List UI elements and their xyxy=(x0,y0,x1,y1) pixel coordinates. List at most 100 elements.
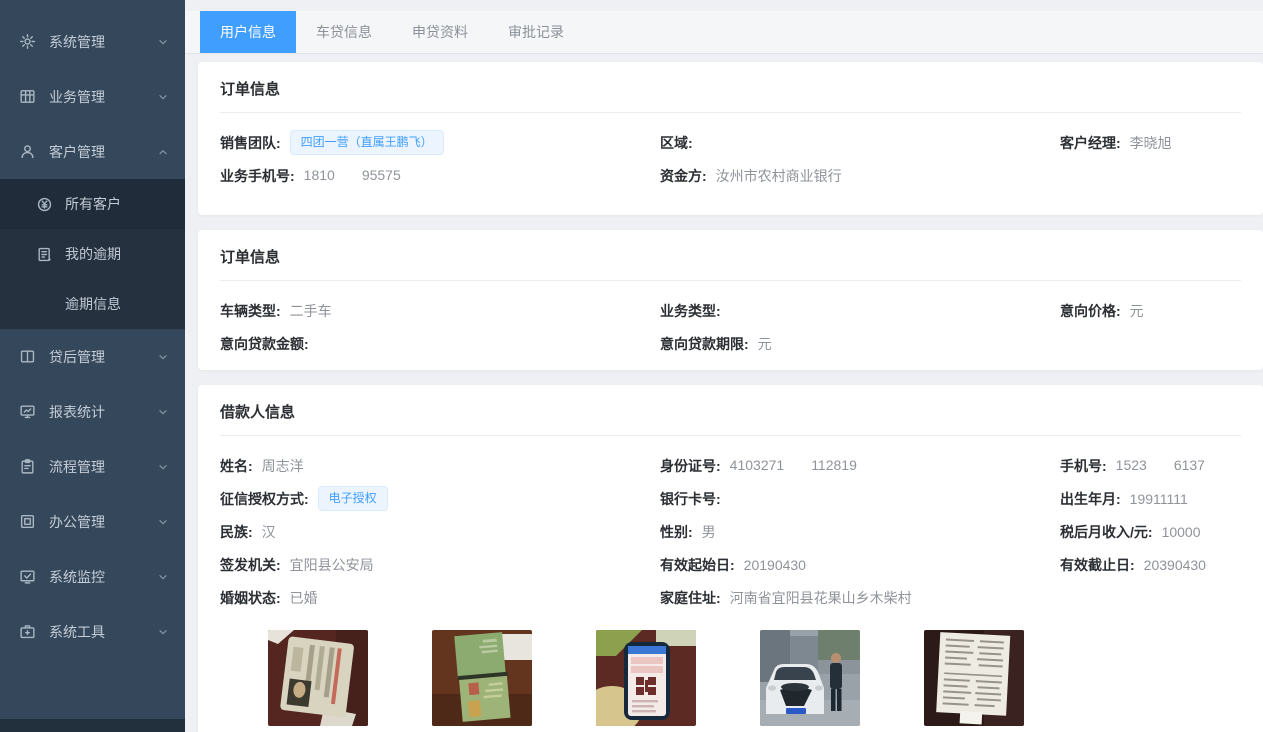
notebook-icon xyxy=(35,245,53,263)
card-title: 订单信息 xyxy=(220,78,1241,113)
gear-icon xyxy=(17,32,37,52)
photo-person-car[interactable]: 人车合影 xyxy=(760,630,860,732)
photo-other-material[interactable]: 其他材料 xyxy=(924,630,1024,732)
chevron-down-icon xyxy=(157,461,169,473)
clipboard-icon xyxy=(17,457,37,477)
sidebar-item-report-stats[interactable]: 报表统计 xyxy=(0,384,185,439)
field-intent-loan-amount: 意向贷款金额: xyxy=(220,327,660,360)
photo-credit-auth[interactable]: 征信授权 xyxy=(596,630,696,732)
chevron-down-icon xyxy=(157,571,169,583)
sidebar-item-label: 系统管理 xyxy=(49,32,105,52)
sidebar-item-all-customers[interactable]: 所有客户 xyxy=(0,179,185,229)
sidebar-item-label: 我的逾期 xyxy=(65,244,121,264)
field-intent-price: 意向价格: 元 xyxy=(1060,294,1241,327)
sidebar-item-customer-mgmt[interactable]: 客户管理 xyxy=(0,124,185,179)
tab-loan-application-docs[interactable]: 申贷资料 xyxy=(392,11,488,53)
field-ethnicity: 民族: 汉 xyxy=(220,515,660,548)
person-car-photo-thumbnail xyxy=(760,630,860,726)
sidebar-collapse-bar[interactable] xyxy=(0,719,185,732)
credit-auth-tag: 电子授权 xyxy=(318,486,388,511)
field-credit-auth-method: 征信授权方式: 电子授权 xyxy=(220,482,660,515)
chevron-up-icon xyxy=(157,146,169,158)
order-info-card-1: 订单信息 销售团队: 四团一营（直属王鹏飞） 区域: 客户经理: 李晓旭 业务手… xyxy=(198,62,1263,215)
tab-approval-records[interactable]: 审批记录 xyxy=(488,11,584,53)
detail-tabbar: 用户信息 车贷信息 申贷资料 审批记录 xyxy=(185,11,1263,54)
field-birth-date: 出生年月: 19911111 xyxy=(1060,482,1241,515)
sidebar-item-postloan-mgmt[interactable]: 贷后管理 xyxy=(0,329,185,384)
tab-car-loan-info[interactable]: 车贷信息 xyxy=(296,11,392,53)
sidebar-item-label: 贷后管理 xyxy=(49,347,105,367)
sidebar-item-label: 逾期信息 xyxy=(65,294,121,314)
field-account-manager: 客户经理: 李晓旭 xyxy=(1060,126,1241,159)
field-valid-from: 有效起始日: 20190430 xyxy=(660,548,1060,581)
field-name: 姓名: 周志洋 xyxy=(220,449,660,482)
id-card-photo-thumbnail xyxy=(268,630,368,726)
field-vehicle-type: 车辆类型: 二手车 xyxy=(220,294,660,327)
user-icon xyxy=(17,142,37,162)
field-bank-card: 银行卡号: xyxy=(660,482,1060,515)
chevron-down-icon xyxy=(157,516,169,528)
field-business-type: 业务类型: xyxy=(660,294,1060,327)
sidebar-item-label: 所有客户 xyxy=(65,194,121,214)
sidebar: 系统管理 业务管理 客户管理 所有客户 xyxy=(0,0,185,732)
field-id-number: 身份证号: 4103271112819 xyxy=(660,449,1060,482)
monitor-icon xyxy=(17,402,37,422)
redaction-mask xyxy=(335,168,362,184)
sidebar-item-label: 客户管理 xyxy=(49,142,105,162)
field-empty xyxy=(1060,327,1241,360)
grid-icon xyxy=(17,87,37,107)
field-sales-team: 销售团队: 四团一营（直属王鹏飞） xyxy=(220,126,660,159)
photo-drivers-license[interactable]: 驾驶证照片 xyxy=(432,630,532,732)
chevron-down-icon xyxy=(157,91,169,103)
tab-user-info[interactable]: 用户信息 xyxy=(200,11,296,53)
chevron-down-icon xyxy=(157,36,169,48)
field-empty xyxy=(1060,581,1241,614)
archive-icon xyxy=(17,512,37,532)
field-monthly-income: 税后月收入/元: 10000 xyxy=(1060,515,1241,548)
field-home-address: 家庭住址: 河南省宜阳县花果山乡木柴村 xyxy=(660,581,1060,614)
sidebar-item-overdue-info[interactable]: 逾期信息 xyxy=(0,279,185,329)
redaction-mask xyxy=(1147,458,1174,474)
white-car xyxy=(766,664,824,714)
sidebar-item-office-mgmt[interactable]: 办公管理 xyxy=(0,494,185,549)
field-issuing-authority: 签发机关: 宜阳县公安局 xyxy=(220,548,660,581)
card-title: 借款人信息 xyxy=(220,401,1241,436)
toolbox-icon xyxy=(17,622,37,642)
field-intent-loan-term: 意向贷款期限: 元 xyxy=(660,327,1060,360)
sidebar-item-my-overdue[interactable]: 我的逾期 xyxy=(0,229,185,279)
sidebar-item-system-tools[interactable]: 系统工具 xyxy=(0,604,185,659)
redaction-mask xyxy=(784,458,811,474)
field-gender: 性别: 男 xyxy=(660,515,1060,548)
borrower-info-card: 借款人信息 姓名: 周志洋 身份证号: 4103271112819 手机号: 1… xyxy=(198,385,1263,732)
sidebar-item-label: 流程管理 xyxy=(49,457,105,477)
chevron-down-icon xyxy=(157,351,169,363)
sidebar-item-label: 业务管理 xyxy=(49,87,105,107)
borrower-photos: 身份证照片 xyxy=(220,630,1241,732)
sidebar-item-label: 报表统计 xyxy=(49,402,105,422)
field-empty xyxy=(1060,159,1241,192)
field-region: 区域: xyxy=(660,126,1060,159)
field-business-phone: 业务手机号: 181095575 xyxy=(220,159,660,192)
order-info-card-2: 订单信息 车辆类型: 二手车 业务类型: 意向价格: 元 意向贷款金额: xyxy=(198,230,1263,370)
main-content: 用户信息 车贷信息 申贷资料 审批记录 订单信息 销售团队: 四团一营（直属王鹏… xyxy=(185,0,1263,732)
sidebar-item-system-monitor[interactable]: 系统监控 xyxy=(0,549,185,604)
sidebar-item-system-mgmt[interactable]: 系统管理 xyxy=(0,14,185,69)
document-photo-thumbnail xyxy=(924,630,1024,726)
field-funder: 资金方: 汝州市农村商业银行 xyxy=(660,159,1060,192)
sidebar-item-label: 办公管理 xyxy=(49,512,105,532)
chevron-down-icon xyxy=(157,626,169,638)
sidebar-item-business-mgmt[interactable]: 业务管理 xyxy=(0,69,185,124)
photo-id-card[interactable]: 身份证照片 xyxy=(268,630,368,732)
sales-team-tag[interactable]: 四团一营（直属王鹏飞） xyxy=(290,130,444,155)
field-marital-status: 婚姻状态: 已婚 xyxy=(220,581,660,614)
customer-submenu: 所有客户 我的逾期 逾期信息 xyxy=(0,179,185,329)
chevron-down-icon xyxy=(157,406,169,418)
sidebar-item-process-mgmt[interactable]: 流程管理 xyxy=(0,439,185,494)
field-mobile: 手机号: 15236137 xyxy=(1060,449,1241,482)
credit-auth-photo-thumbnail xyxy=(596,630,696,726)
sidebar-item-label: 系统监控 xyxy=(49,567,105,587)
card-title: 订单信息 xyxy=(220,246,1241,281)
field-valid-to: 有效截止日: 20390430 xyxy=(1060,548,1241,581)
drivers-license-photo-thumbnail xyxy=(432,630,532,726)
sidebar-item-label: 系统工具 xyxy=(49,622,105,642)
